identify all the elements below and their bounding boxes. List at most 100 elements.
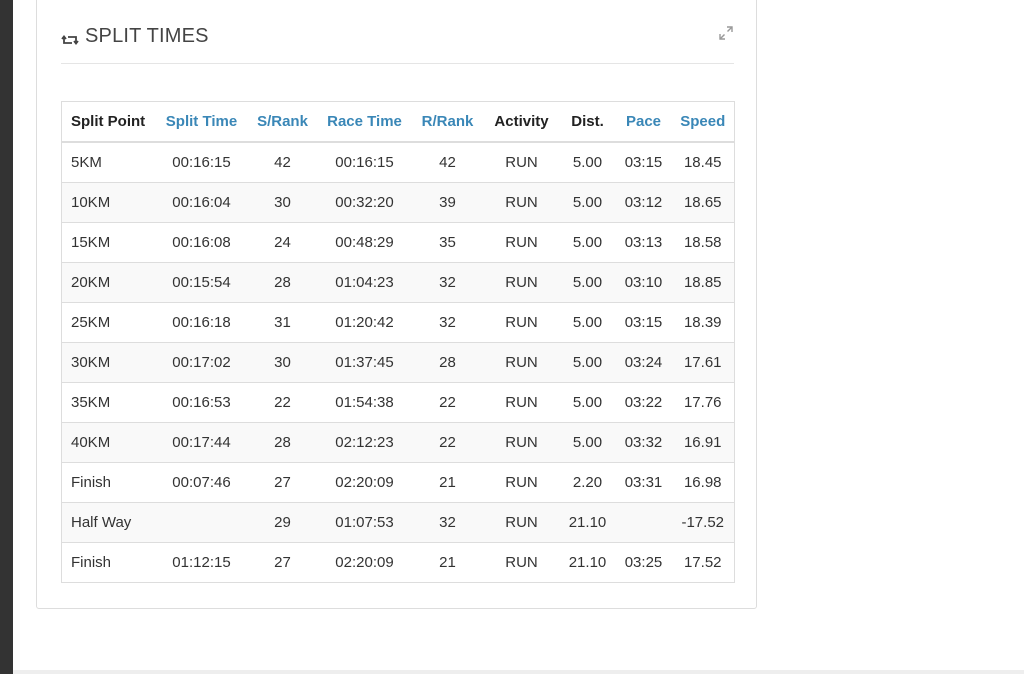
table-row: Finish 00:07:46 27 02:20:09 21 RUN 2.20 03:31 16… [61,462,735,503]
table-cell: RUN [483,182,560,223]
table-cell: 35KM [61,382,156,423]
table-cell: -17.52 [671,502,735,543]
table-cell: 00:16:15 [317,141,412,183]
panel-title-wrap: SPLIT TIMES [61,25,209,48]
table-cell: 40KM [61,422,156,463]
panel-title: SPLIT TIMES [85,25,209,47]
table-cell: RUN [483,141,560,183]
table-cell: RUN [483,462,560,503]
table-cell: 5.00 [559,422,616,463]
table-cell: 21 [411,542,484,583]
table-row: Finish 01:12:15 27 02:20:09 21 RUN 21.10 03:25 1… [61,542,735,583]
table-cell: 25KM [61,302,156,343]
split-times-panel: SPLIT TIMES Split Point Split Time S/Rank R… [36,0,757,609]
table-cell: 03:24 [615,342,672,383]
table-row: 40KM 00:17:44 28 02:12:23 22 RUN 5.00 03:32 16.9… [61,422,735,463]
table-cell: 5.00 [559,302,616,343]
table-body: 5KM 00:16:15 42 00:16:15 42 RUN 5.00 03:15 18.45… [61,141,735,583]
table-cell: 00:17:02 [155,342,248,383]
left-sidebar-edge [0,0,13,674]
table-cell: 5.00 [559,262,616,303]
table-cell: 5.00 [559,182,616,223]
table-cell: 03:31 [615,462,672,503]
table-cell: 01:07:53 [317,502,412,543]
table-cell: 42 [411,141,484,183]
table-cell: 22 [247,382,318,423]
table-cell: 5KM [61,141,156,183]
table-cell: 18.58 [671,222,735,263]
expand-button[interactable] [718,25,734,41]
table-cell: 2.20 [559,462,616,503]
table-cell: 32 [411,302,484,343]
table-cell: RUN [483,262,560,303]
table-cell: 32 [411,262,484,303]
table-cell: 21 [411,462,484,503]
table-cell: 21.10 [559,542,616,583]
table-cell: 5.00 [559,222,616,263]
table-cell: 03:10 [615,262,672,303]
table-cell: 10KM [61,182,156,223]
table-cell: RUN [483,422,560,463]
table-cell: RUN [483,302,560,343]
table-cell: 21.10 [559,502,616,543]
column-header-race-time[interactable]: Race Time [317,101,412,143]
table-cell: 22 [411,382,484,423]
table-cell: 27 [247,542,318,583]
table-cell: 17.61 [671,342,735,383]
table-cell: 01:20:42 [317,302,412,343]
column-header-r-rank[interactable]: R/Rank [411,101,484,143]
table-cell: 31 [247,302,318,343]
table-cell: 00:32:20 [317,182,412,223]
table-cell: 00:17:44 [155,422,248,463]
table-cell: RUN [483,222,560,263]
table-cell: 29 [247,502,318,543]
table-cell: 00:15:54 [155,262,248,303]
table-cell: 28 [247,422,318,463]
table-cell: 01:54:38 [317,382,412,423]
table-cell: 02:12:23 [317,422,412,463]
table-cell: 01:12:15 [155,542,248,583]
table-row: 20KM 00:15:54 28 01:04:23 32 RUN 5.00 03:10 18.8… [61,262,735,303]
column-header-s-rank[interactable]: S/Rank [247,101,318,143]
panel-header: SPLIT TIMES [61,1,734,64]
table-cell: 00:07:46 [155,462,248,503]
expand-icon [719,26,733,40]
column-header-speed[interactable]: Speed [671,101,735,143]
column-header-split-time[interactable]: Split Time [155,101,248,143]
table-cell: 03:25 [615,542,672,583]
table-cell: 32 [411,502,484,543]
table-cell: Finish [61,462,156,503]
table-cell: 30KM [61,342,156,383]
table-row: 35KM 00:16:53 22 01:54:38 22 RUN 5.00 03:22 17.7… [61,382,735,423]
table-row: 30KM 00:17:02 30 01:37:45 28 RUN 5.00 03:24 17.6… [61,342,735,383]
table-cell: RUN [483,382,560,423]
table-cell: 03:15 [615,141,672,183]
table-cell [155,502,248,543]
table-cell: 02:20:09 [317,542,412,583]
table-cell: 5.00 [559,141,616,183]
table-row: 10KM 00:16:04 30 00:32:20 39 RUN 5.00 03:12 18.6… [61,182,735,223]
table-cell: 01:37:45 [317,342,412,383]
table-cell: 03:32 [615,422,672,463]
column-header-pace[interactable]: Pace [615,101,672,143]
table-cell: Half Way [61,502,156,543]
table-cell: 20KM [61,262,156,303]
table-cell: 17.76 [671,382,735,423]
table-row: 5KM 00:16:15 42 00:16:15 42 RUN 5.00 03:15 18.45 [61,141,735,183]
table-cell: 01:04:23 [317,262,412,303]
table-cell: 27 [247,462,318,503]
table-cell: 39 [411,182,484,223]
table-cell: 18.65 [671,182,735,223]
column-header-split-point: Split Point [61,101,156,143]
table-row: 25KM 00:16:18 31 01:20:42 32 RUN 5.00 03:15 18.3… [61,302,735,343]
table-header: Split Point Split Time S/Rank Race Time R/Ra… [61,101,735,143]
table-cell: 00:16:18 [155,302,248,343]
page-footer-edge [13,670,1024,674]
table-cell: 35 [411,222,484,263]
table-cell: 42 [247,141,318,183]
table-cell: 16.98 [671,462,735,503]
table-cell: RUN [483,342,560,383]
table-row: Half Way 29 01:07:53 32 RUN 21.10 -17.52 [61,502,735,543]
table-cell: 30 [247,182,318,223]
table-cell: RUN [483,502,560,543]
